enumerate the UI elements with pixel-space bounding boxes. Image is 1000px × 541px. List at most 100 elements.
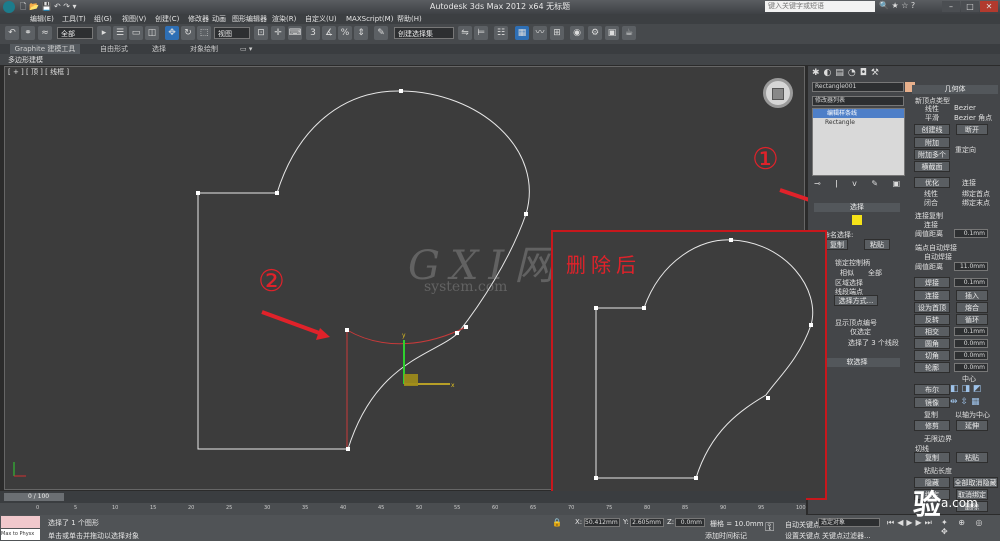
insert-button[interactable]: 插入 (956, 290, 988, 301)
trim-button[interactable]: 修剪 (914, 420, 950, 431)
geometry-rollout-header[interactable]: 几何体 (912, 85, 998, 94)
threshold-spinner[interactable]: 0.1mm (954, 229, 988, 238)
maxscript-listener-mini[interactable] (1, 516, 40, 528)
lock-handles-label[interactable]: 锁定控制柄 (835, 258, 870, 268)
stack-item-edit-spline[interactable]: 编辑样条线 (813, 109, 904, 118)
grid-size: 栅格 = 10.0mm (710, 520, 764, 528)
selected-object-dropdown[interactable]: 选定对象 (818, 518, 880, 527)
alike-radio[interactable]: 相似 (840, 268, 854, 278)
auto-key-label[interactable]: 自动关键点 (785, 520, 820, 530)
break-button[interactable]: 断开 (956, 124, 988, 135)
set-first-button[interactable]: 设为首顶点 (914, 302, 950, 322)
object-name-field[interactable]: Rectangle001 (812, 82, 904, 92)
paste-tangent-button[interactable]: 粘贴 (956, 452, 988, 463)
bezier-radio[interactable]: Bezier (954, 104, 976, 112)
refine-button[interactable]: 优化 (914, 177, 950, 188)
smooth-radio[interactable]: 平滑 (925, 113, 939, 123)
create-line-button[interactable]: 创建线 (914, 124, 950, 135)
auto-weld-checkbox[interactable]: 自动焊接 (924, 252, 952, 262)
prompt-line: 单击或单击并拖动以选择对象 (48, 532, 139, 540)
gizmo-y-label: y (402, 332, 406, 339)
cross-insert-button[interactable]: 相交 (914, 326, 950, 337)
command-panel-tabs[interactable]: ✱◐▤◔◘⚒ (812, 68, 883, 78)
stack-tools-icons[interactable]: ⊸ ǀ ⅴ ✎ ▣ (814, 179, 906, 188)
timeline-tick: 15 (150, 505, 157, 511)
connect-checkbox[interactable]: 连接 (962, 178, 976, 188)
selected-info: 选择了 3 个线段 (848, 339, 899, 347)
weld-spinner[interactable]: 0.1mm (954, 278, 988, 287)
stack-item-rectangle[interactable]: Rectangle (813, 118, 904, 127)
max-to-physx-label: Max to Physx (1, 529, 40, 540)
copy-checkbox[interactable]: 复制 (924, 410, 938, 420)
timeline-tick: 30 (264, 505, 271, 511)
site-badge: 验 (913, 488, 942, 521)
add-time-tag[interactable]: 添加时间标记 (705, 531, 747, 541)
reverse-button[interactable]: 反转 (914, 314, 950, 325)
modifier-list-dropdown[interactable]: 修改器列表 (812, 96, 904, 106)
bind-last-checkbox[interactable]: 绑定末点 (962, 198, 990, 208)
cross-section-button[interactable]: 横截面 (914, 161, 950, 172)
reorient-checkbox[interactable]: 重定向 (955, 145, 976, 155)
selection-rollout-header[interactable]: 选择 (814, 203, 900, 212)
weld-button[interactable]: 焊接 (914, 277, 950, 288)
viewport-nav-icons[interactable]: ✦ ⊕ ◎ ✥ (941, 518, 1000, 536)
unhide-all-button[interactable]: 全部取消隐藏 (953, 477, 998, 488)
chamfer-spinner[interactable]: 0.0mm (954, 351, 988, 360)
copy-tangent-button[interactable]: 复制 (914, 452, 950, 463)
extend-button[interactable]: 延伸 (956, 420, 988, 431)
timeline-tick: 100 (796, 505, 806, 511)
threshold-label: 阈值距离 (915, 230, 943, 238)
mirror-button[interactable]: 镜像 (914, 397, 950, 408)
outline-spinner[interactable]: 0.0mm (954, 363, 988, 372)
boolean-button[interactable]: 布尔 (914, 384, 950, 395)
select-by-button[interactable]: 选择方式... (834, 295, 878, 306)
cross-insert-spinner[interactable]: 0.1mm (954, 327, 988, 336)
segment-subobject-icon[interactable] (852, 215, 862, 225)
fillet-button[interactable]: 圆角 (914, 338, 950, 349)
cycle-button[interactable]: 循环 (956, 314, 988, 325)
z-coordinate[interactable]: 0.0mm (675, 518, 705, 527)
timeline-tick: 65 (530, 505, 537, 511)
set-key-label[interactable]: 设置关键点 (785, 531, 820, 541)
bezier-corner-radio[interactable]: Bezier 角点 (954, 113, 992, 123)
lock-icon[interactable]: 🔒 (552, 518, 562, 527)
connect-button[interactable]: 连接 (914, 290, 950, 301)
timeline-tick: 35 (302, 505, 309, 511)
fillet-spinner[interactable]: 0.0mm (954, 339, 988, 348)
infinite-bounds-checkbox[interactable]: 无限边界 (924, 434, 952, 444)
key-filters-button[interactable]: 关键点过滤器... (822, 531, 871, 541)
boolean-type-icons[interactable]: ◧◨◩ (950, 384, 985, 394)
outline-button[interactable]: 轮廓 (914, 362, 950, 373)
only-selected[interactable]: 仅选定 (850, 327, 871, 337)
timeline-tick: 50 (416, 505, 423, 511)
timeline-tick: 40 (340, 505, 347, 511)
y-coordinate[interactable]: 2.605mm (630, 518, 664, 527)
watermark-sub: system.com (424, 279, 508, 295)
weld-threshold-label: 阈值距离 (915, 263, 943, 271)
x-label: X: (575, 518, 583, 526)
all-radio[interactable]: 全部 (868, 268, 882, 278)
attach-multiple-button[interactable]: 附加多个 (914, 149, 950, 160)
fuse-button[interactable]: 熔合 (956, 302, 988, 313)
paste-selection-button[interactable]: 粘贴 (864, 239, 890, 250)
frame-counter[interactable]: 0 / 100 (4, 493, 64, 501)
paste-length-checkbox[interactable]: 粘贴长度 (924, 466, 952, 476)
attach-button[interactable]: 附加 (914, 137, 950, 148)
modifier-stack[interactable]: 编辑样条线 Rectangle (812, 108, 905, 176)
center-checkbox[interactable]: 中心 (962, 374, 976, 384)
key-icon[interactable]: ⚿ (765, 520, 774, 535)
timeline-tick: 70 (568, 505, 575, 511)
timeline-tick: 25 (226, 505, 233, 511)
chamfer-button[interactable]: 切角 (914, 350, 950, 361)
copy-selection-button[interactable]: 复制 (826, 239, 848, 250)
arrow-2 (261, 310, 323, 336)
about-pivot-checkbox[interactable]: 以轴为中心 (955, 410, 990, 420)
mirror-type-icons[interactable]: ⇹⇳▦ (950, 397, 983, 407)
gizmo-plane-handle (404, 374, 418, 386)
timeline-tick: 60 (492, 505, 499, 511)
closed-checkbox[interactable]: 闭合 (924, 198, 938, 208)
x-coordinate[interactable]: 50.412mm (584, 518, 620, 527)
timeline-tick: 95 (758, 505, 765, 511)
y-label: Y: (623, 518, 629, 526)
weld-threshold-spinner[interactable]: 11.0mm (954, 262, 988, 271)
